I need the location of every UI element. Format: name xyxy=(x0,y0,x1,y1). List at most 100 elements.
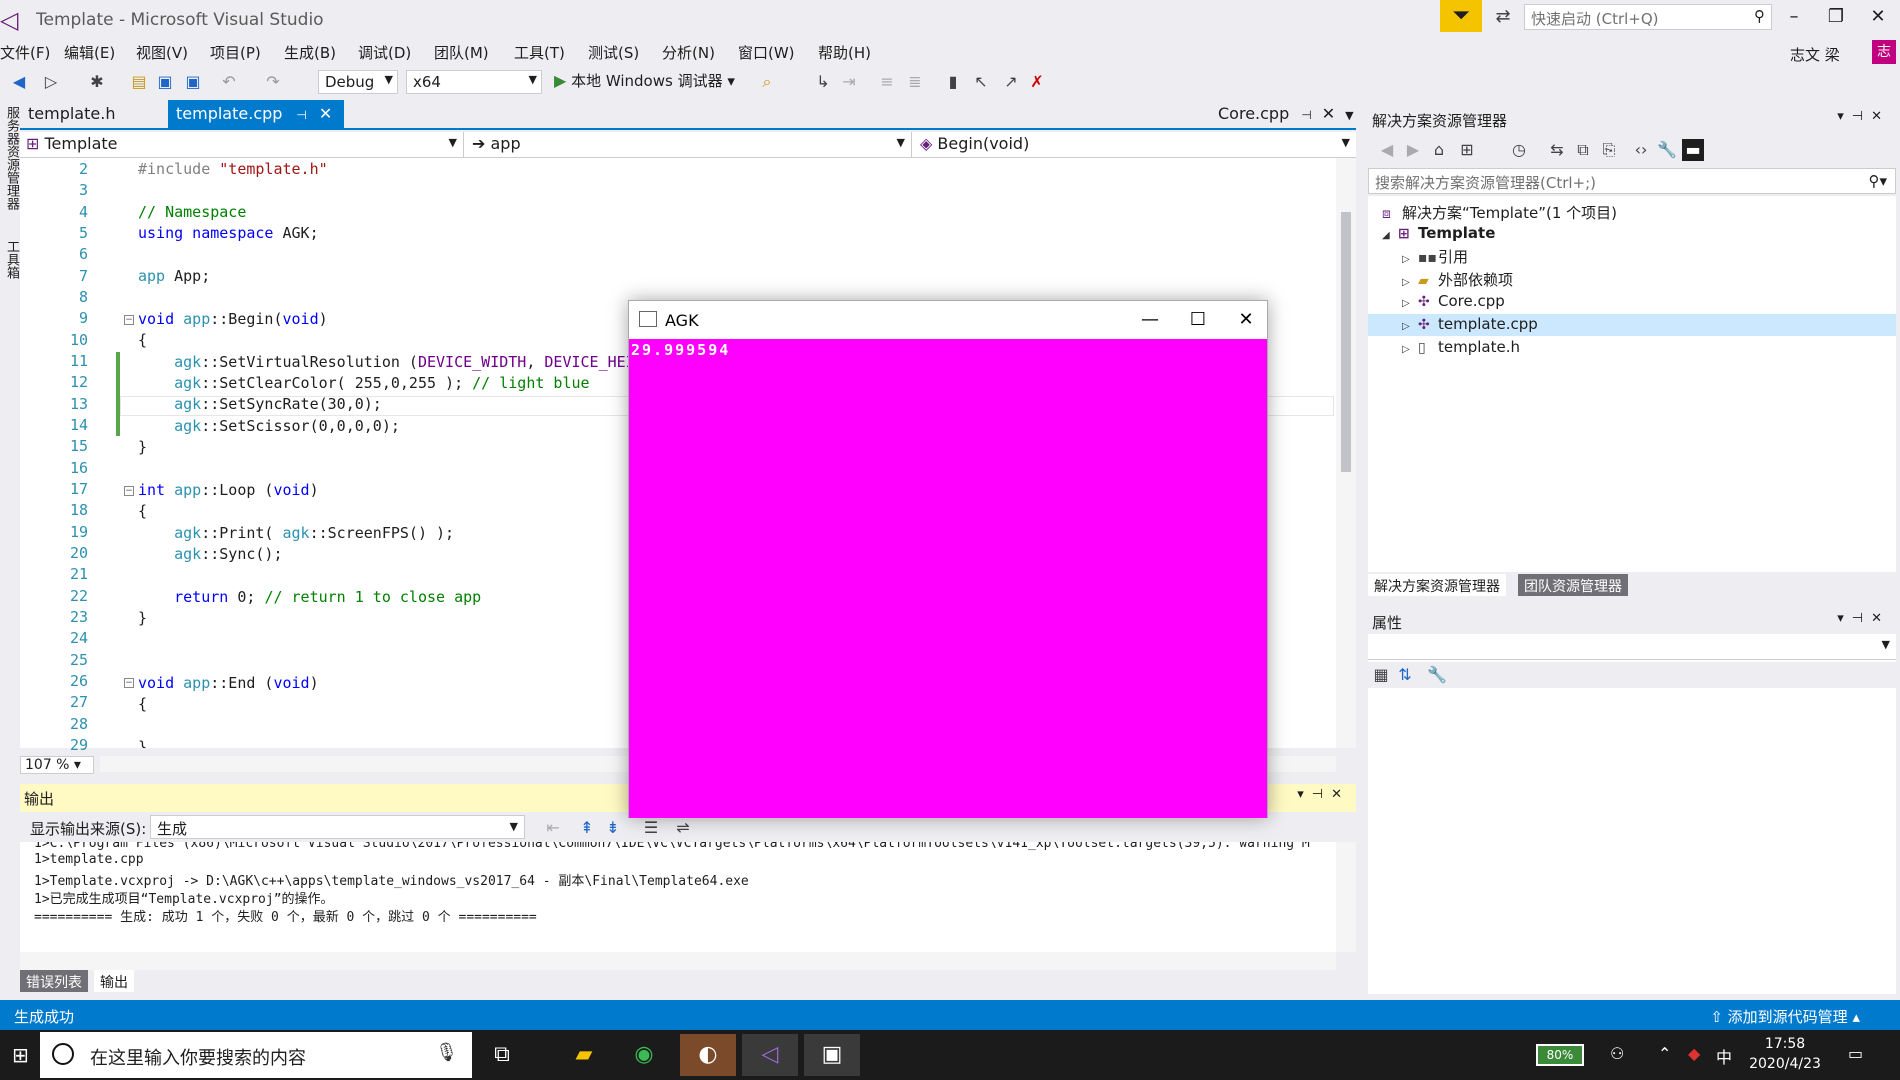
feedback-icon[interactable]: ⇄ xyxy=(1490,4,1516,30)
next-bookmark-icon[interactable]: ↗ xyxy=(1000,71,1022,93)
platform-select[interactable]: x64 ▼ xyxy=(406,70,542,94)
redo-icon[interactable]: ↷ xyxy=(262,71,284,93)
ime-indicator[interactable]: 中 xyxy=(1716,1044,1732,1068)
tree-item-template-h[interactable]: ▷ ▯ template.h xyxy=(1402,338,1520,356)
properties-object-select[interactable]: ▼ xyxy=(1368,634,1896,660)
close-button[interactable]: ✕ xyxy=(1223,305,1269,335)
tab-solution-explorer[interactable]: 解决方案资源管理器 xyxy=(1368,574,1506,596)
save-all-icon[interactable]: ▣ xyxy=(182,71,204,93)
switch-views-icon[interactable]: ⊞ xyxy=(1456,139,1478,161)
scope-dropdown[interactable]: ➔ app ▼ xyxy=(466,132,912,158)
minimize-button[interactable]: – xyxy=(1774,4,1814,30)
restore-button[interactable]: ❐ xyxy=(1816,4,1856,30)
tab-error-list[interactable]: 错误列表 xyxy=(20,970,88,992)
comment-icon[interactable]: ≡ xyxy=(876,71,898,93)
save-icon[interactable]: ▣ xyxy=(154,71,176,93)
output-horizontal-scrollbar[interactable] xyxy=(20,952,1336,970)
clear-all-icon[interactable]: ☰ xyxy=(640,817,662,839)
tree-item-template-cpp[interactable]: ▷ ✣ template.cpp xyxy=(1402,315,1538,333)
tab-team-explorer[interactable]: 团队资源管理器 xyxy=(1518,574,1628,596)
back-icon[interactable]: ◀ xyxy=(1376,139,1398,161)
windows-start-icon[interactable]: ⊞ xyxy=(12,1044,34,1066)
prev-bookmark-icon[interactable]: ↖ xyxy=(970,71,992,93)
game-app-icon[interactable]: ◐ xyxy=(680,1034,736,1076)
find-icon[interactable]: ⌕ xyxy=(756,71,778,93)
bookmark-icon[interactable]: ▮ xyxy=(942,71,964,93)
home-icon[interactable]: ⌂ xyxy=(1428,139,1450,161)
server-explorer-tab[interactable]: 服务器资源管理器 xyxy=(2,106,21,210)
categorized-icon[interactable]: ▦ xyxy=(1370,664,1392,686)
collapsed-icon[interactable]: ▷ xyxy=(1402,344,1418,355)
properties-icon[interactable]: 🔧 xyxy=(1656,139,1678,161)
notifications-icon[interactable]: ▭ xyxy=(1848,1044,1863,1063)
chrome-icon[interactable]: ◉ xyxy=(616,1034,672,1076)
tray-app-icon[interactable]: ◆ xyxy=(1688,1044,1700,1063)
next-message-icon[interactable]: ⇟ xyxy=(602,817,624,839)
scrollbar-thumb[interactable] xyxy=(1341,212,1351,472)
close-tab-icon[interactable]: ✕ xyxy=(1322,104,1335,123)
menu-team[interactable]: 团队(M) xyxy=(434,42,489,63)
pending-changes-icon[interactable]: ◷ xyxy=(1508,139,1530,161)
user-name[interactable]: 志文 梁 xyxy=(1790,44,1840,65)
tab-template-h[interactable]: template.h xyxy=(20,100,160,128)
forward-icon[interactable]: ▶ xyxy=(1402,139,1424,161)
menu-window[interactable]: 窗口(W) xyxy=(738,42,795,63)
minimize-button[interactable]: — xyxy=(1127,305,1173,335)
pane-controls[interactable]: ▾⊣✕ xyxy=(1837,611,1890,626)
word-wrap-icon[interactable]: ⇌ xyxy=(672,817,694,839)
zoom-select[interactable]: 107 % ▾ xyxy=(20,756,94,774)
agk-render-canvas[interactable]: 29.999594 xyxy=(629,339,1267,818)
tab-overflow-icon[interactable]: ▼ xyxy=(1345,109,1353,122)
undo-icon[interactable]: ↶ xyxy=(218,71,240,93)
tree-item-references[interactable]: ▷ ▪▪引用 xyxy=(1402,246,1468,267)
pane-controls[interactable]: ▾⊣✕ xyxy=(1837,109,1890,124)
file-explorer-icon[interactable]: ▰ xyxy=(556,1034,612,1076)
menu-build[interactable]: 生成(B) xyxy=(284,42,336,63)
menu-file[interactable]: 文件(F) xyxy=(0,42,50,63)
close-tab-icon[interactable]: ✕ xyxy=(319,104,332,123)
back-icon[interactable]: ◀ xyxy=(8,71,30,93)
people-icon[interactable]: ⚇ xyxy=(1610,1044,1624,1063)
agk-window[interactable]: AGK — ☐ ✕ 29.999594 xyxy=(628,300,1268,818)
start-debugging-button[interactable]: ▶ 本地 Windows 调试器 ▾ xyxy=(554,70,735,91)
forward-icon[interactable]: ▷ xyxy=(40,71,62,93)
pin-icon[interactable]: ⊣ xyxy=(296,108,306,122)
avatar[interactable]: 志 xyxy=(1872,40,1896,64)
close-button[interactable]: ✕ xyxy=(1858,4,1898,30)
view-code-icon[interactable]: ‹› xyxy=(1630,139,1652,161)
toolbox-tab[interactable]: 工具箱 xyxy=(2,240,21,279)
menu-analyze[interactable]: 分析(N) xyxy=(662,42,715,63)
property-pages-icon[interactable]: 🔧 xyxy=(1426,664,1448,686)
clear-bookmarks-icon[interactable]: ✗ xyxy=(1026,71,1048,93)
tab-output[interactable]: 输出 xyxy=(94,970,134,992)
alphabetical-icon[interactable]: ⇅ xyxy=(1394,664,1416,686)
step-icon[interactable]: ↳ xyxy=(812,71,834,93)
pin-icon[interactable]: ⊣ xyxy=(1301,108,1311,122)
collapsed-icon[interactable]: ▷ xyxy=(1402,254,1418,265)
notification-filter-icon[interactable]: ⏷ xyxy=(1440,0,1482,32)
menu-view[interactable]: 视图(V) xyxy=(136,42,188,63)
maximize-button[interactable]: ☐ xyxy=(1175,305,1221,335)
show-hidden-icons-icon[interactable]: ⌃ xyxy=(1658,1044,1671,1063)
prev-message-icon[interactable]: ⇞ xyxy=(576,817,598,839)
tree-item-solution[interactable]: ⧈ 解决方案“Template”(1 个项目) xyxy=(1382,202,1617,223)
collapsed-icon[interactable]: ▷ xyxy=(1402,321,1418,332)
menu-tools[interactable]: 工具(T) xyxy=(514,42,565,63)
visual-studio-icon[interactable]: ◁ xyxy=(742,1034,798,1076)
collapsed-icon[interactable]: ▷ xyxy=(1402,277,1418,288)
tree-item-external-deps[interactable]: ▷ ▰ 外部依赖项 xyxy=(1402,269,1513,290)
taskbar-search-box[interactable]: 在这里输入你要搜索的内容 🎙 xyxy=(40,1032,472,1078)
clock[interactable]: 17:58 2020/4/23 xyxy=(1740,1034,1830,1074)
new-project-icon[interactable]: ✱ xyxy=(86,71,108,93)
member-dropdown[interactable]: ◈ Begin(void) ▼ xyxy=(914,132,1356,158)
agk-app-icon[interactable]: ▣ xyxy=(804,1034,860,1076)
tree-item-project[interactable]: ◢ ⊞ Template xyxy=(1382,224,1495,242)
microphone-icon[interactable]: 🎙 xyxy=(435,1042,458,1063)
sync-icon[interactable]: ⇆ xyxy=(1546,139,1568,161)
goto-message-icon[interactable]: ⇤ xyxy=(542,817,564,839)
output-vertical-scrollbar[interactable] xyxy=(1336,842,1356,952)
collapse-all-icon[interactable]: ⧉ xyxy=(1572,139,1594,161)
agk-title-bar[interactable]: AGK — ☐ ✕ xyxy=(629,301,1267,339)
menu-test[interactable]: 测试(S) xyxy=(588,42,639,63)
pane-controls[interactable]: ▾⊣✕ xyxy=(1297,787,1350,802)
